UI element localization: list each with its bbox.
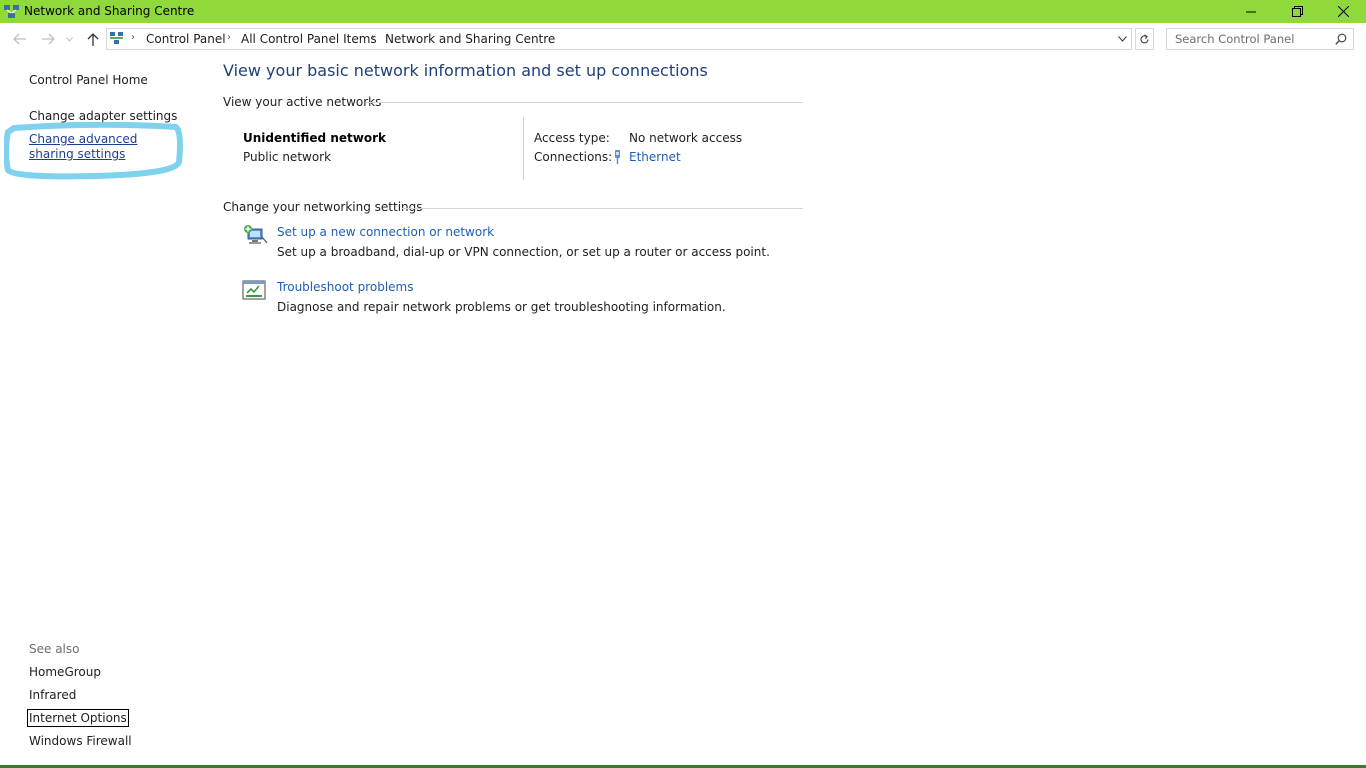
see-also-heading: See also xyxy=(29,642,80,656)
forward-button[interactable] xyxy=(40,31,56,47)
ethernet-icon xyxy=(615,150,620,164)
breadcrumb-separator: › xyxy=(227,32,231,43)
restore-icon xyxy=(1291,6,1303,17)
active-networks-heading: View your active networks xyxy=(223,95,382,109)
network-center-icon xyxy=(4,5,19,18)
search-icon[interactable] xyxy=(1335,33,1347,45)
network-name: Unidentified network xyxy=(243,131,386,145)
refresh-icon xyxy=(1140,34,1149,43)
search-input[interactable] xyxy=(1167,29,1335,49)
troubleshoot-link[interactable]: Troubleshoot problems xyxy=(277,280,413,294)
breadcrumb-all-items[interactable]: All Control Panel Items xyxy=(241,32,377,46)
setup-connection-link[interactable]: Set up a new connection or network xyxy=(277,225,494,239)
breadcrumb-separator: › xyxy=(131,32,135,43)
up-button[interactable] xyxy=(85,31,101,47)
breadcrumb-separator: › xyxy=(371,32,375,43)
network-category[interactable]: Public network xyxy=(243,150,331,164)
forward-arrow-icon xyxy=(41,33,55,45)
search-box[interactable] xyxy=(1166,28,1354,50)
networking-settings-heading: Change your networking settings xyxy=(223,200,423,214)
minimize-icon xyxy=(1246,11,1256,12)
setup-connection-description: Set up a broadband, dial-up or VPN conne… xyxy=(277,245,770,259)
chevron-down-icon xyxy=(65,36,73,42)
recent-locations-button[interactable] xyxy=(64,31,74,47)
refresh-button[interactable] xyxy=(1135,28,1154,50)
change-advanced-sharing-link[interactable]: Change advanced sharing settings xyxy=(29,132,179,162)
change-adapter-settings-link[interactable]: Change adapter settings xyxy=(29,109,177,123)
breadcrumb-control-panel[interactable]: Control Panel xyxy=(146,32,226,46)
access-type-label: Access type: xyxy=(534,131,610,145)
up-arrow-icon xyxy=(87,32,99,46)
minimize-button[interactable] xyxy=(1228,0,1274,23)
back-arrow-icon xyxy=(12,33,26,45)
window-title: Network and Sharing Centre xyxy=(24,4,195,18)
divider xyxy=(402,208,803,209)
network-setup-icon xyxy=(244,225,268,244)
close-icon xyxy=(1337,6,1349,17)
troubleshoot-icon xyxy=(242,280,266,300)
divider xyxy=(366,102,803,103)
breadcrumb-network-centre[interactable]: Network and Sharing Centre xyxy=(385,32,555,46)
control-panel-home-link[interactable]: Control Panel Home xyxy=(29,73,148,87)
infrared-link[interactable]: Infrared xyxy=(29,688,76,702)
restore-button[interactable] xyxy=(1274,0,1320,23)
internet-options-link[interactable]: Internet Options xyxy=(27,709,129,727)
homegroup-link[interactable]: HomeGroup xyxy=(29,665,101,679)
page-title: View your basic network information and … xyxy=(223,61,708,80)
access-type-value: No network access xyxy=(629,131,743,145)
troubleshoot-description: Diagnose and repair network problems or … xyxy=(277,300,726,314)
close-button[interactable] xyxy=(1320,0,1366,23)
title-bar: Network and Sharing Centre xyxy=(0,0,1366,23)
ethernet-link[interactable]: Ethernet xyxy=(629,150,681,164)
windows-firewall-link[interactable]: Windows Firewall xyxy=(29,734,132,748)
divider xyxy=(523,117,524,180)
control-panel-icon xyxy=(110,32,123,44)
connections-label: Connections: xyxy=(534,150,613,164)
back-button[interactable] xyxy=(11,31,27,47)
address-dropdown-icon[interactable] xyxy=(1118,36,1127,42)
